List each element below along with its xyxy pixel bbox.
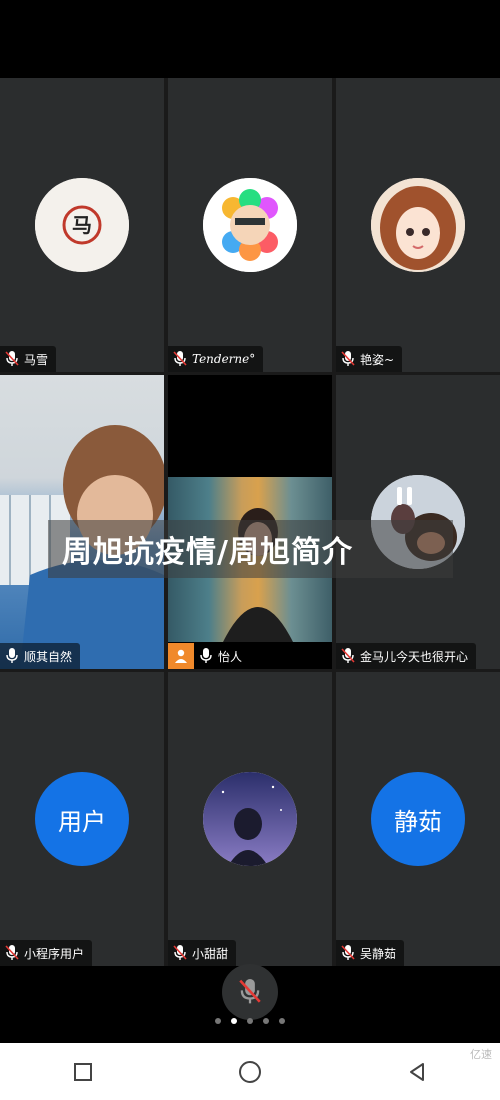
participant-tile-7[interactable]: 用户 小程序用户 <box>0 672 164 966</box>
person-icon <box>168 643 194 669</box>
night-sky-girl-icon <box>203 772 297 866</box>
mic-muted-icon <box>5 351 19 366</box>
mic-muted-icon <box>341 351 355 366</box>
page-dot-active[interactable] <box>231 1018 237 1024</box>
participant-label: 艳姿~ <box>336 346 403 372</box>
mic-icon <box>6 648 18 663</box>
participant-name: 小程序用户 <box>24 946 85 961</box>
triangle-back-icon <box>409 1062 424 1081</box>
mic-muted-icon <box>5 945 19 960</box>
participant-label: 吴静茹 <box>336 940 405 966</box>
participant-avatar <box>371 178 465 272</box>
recents-button[interactable] <box>63 1052 103 1092</box>
participant-avatar: 用户 <box>35 772 129 866</box>
participant-label: Tenderne° <box>168 346 264 372</box>
participant-label: 金马儿今天也很开心 <box>336 643 477 669</box>
participant-name: Tenderne° <box>192 352 256 366</box>
corner-watermark: 亿速 <box>470 1048 492 1061</box>
participant-name: 金马儿今天也很开心 <box>360 649 469 664</box>
mic-muted-icon <box>173 945 187 960</box>
home-button[interactable] <box>230 1052 270 1092</box>
participant-label: 怡人 <box>168 643 251 669</box>
participant-tile-3[interactable]: 艳姿~ <box>336 78 500 372</box>
participant-name: 吴静茹 <box>360 946 397 961</box>
circle-icon <box>238 1060 261 1083</box>
page-indicator[interactable] <box>0 1018 500 1030</box>
participant-label: 小程序用户 <box>0 940 93 966</box>
mute-toggle-button[interactable] <box>222 964 278 1020</box>
cartoon-flower-icon <box>203 178 297 272</box>
back-button[interactable] <box>397 1052 437 1092</box>
participant-name: 顺其自然 <box>24 649 73 664</box>
participant-tile-1[interactable]: 马 马雪 <box>0 78 164 372</box>
page-dot[interactable] <box>247 1018 253 1024</box>
participant-avatar <box>203 772 297 866</box>
article-title-overlay: 周旭抗疫情/周旭简介 <box>48 520 453 578</box>
participant-name: 马雪 <box>24 352 49 367</box>
participant-tile-9[interactable]: 静茹 吴静茹 <box>336 672 500 966</box>
participant-label: 小甜甜 <box>168 940 237 966</box>
page-dot[interactable] <box>279 1018 285 1024</box>
square-icon <box>74 1062 93 1081</box>
participant-label: 顺其自然 <box>0 643 81 669</box>
participant-tile-8[interactable]: 小甜甜 <box>168 672 332 966</box>
mic-muted-icon <box>341 945 355 960</box>
participant-avatar <box>203 178 297 272</box>
page-dot[interactable] <box>215 1018 221 1024</box>
system-nav-bar <box>0 1043 500 1100</box>
page-dot[interactable] <box>263 1018 269 1024</box>
mic-muted-icon <box>341 648 355 663</box>
participant-name: 艳姿~ <box>360 352 395 367</box>
participant-avatar: 静茹 <box>371 772 465 866</box>
mic-muted-icon <box>239 979 261 1004</box>
participant-name: 小甜甜 <box>192 946 229 961</box>
ma-logo-icon: 马 <box>35 178 129 272</box>
participant-tile-2[interactable]: Tenderne° <box>168 78 332 372</box>
mic-muted-icon <box>173 351 187 366</box>
participant-label: 马雪 <box>0 346 57 372</box>
participant-name: 怡人 <box>218 649 243 664</box>
anime-girl-icon <box>371 178 465 272</box>
mic-icon <box>200 648 212 663</box>
participant-avatar: 马 <box>35 178 129 272</box>
svg-text:马: 马 <box>72 213 92 237</box>
